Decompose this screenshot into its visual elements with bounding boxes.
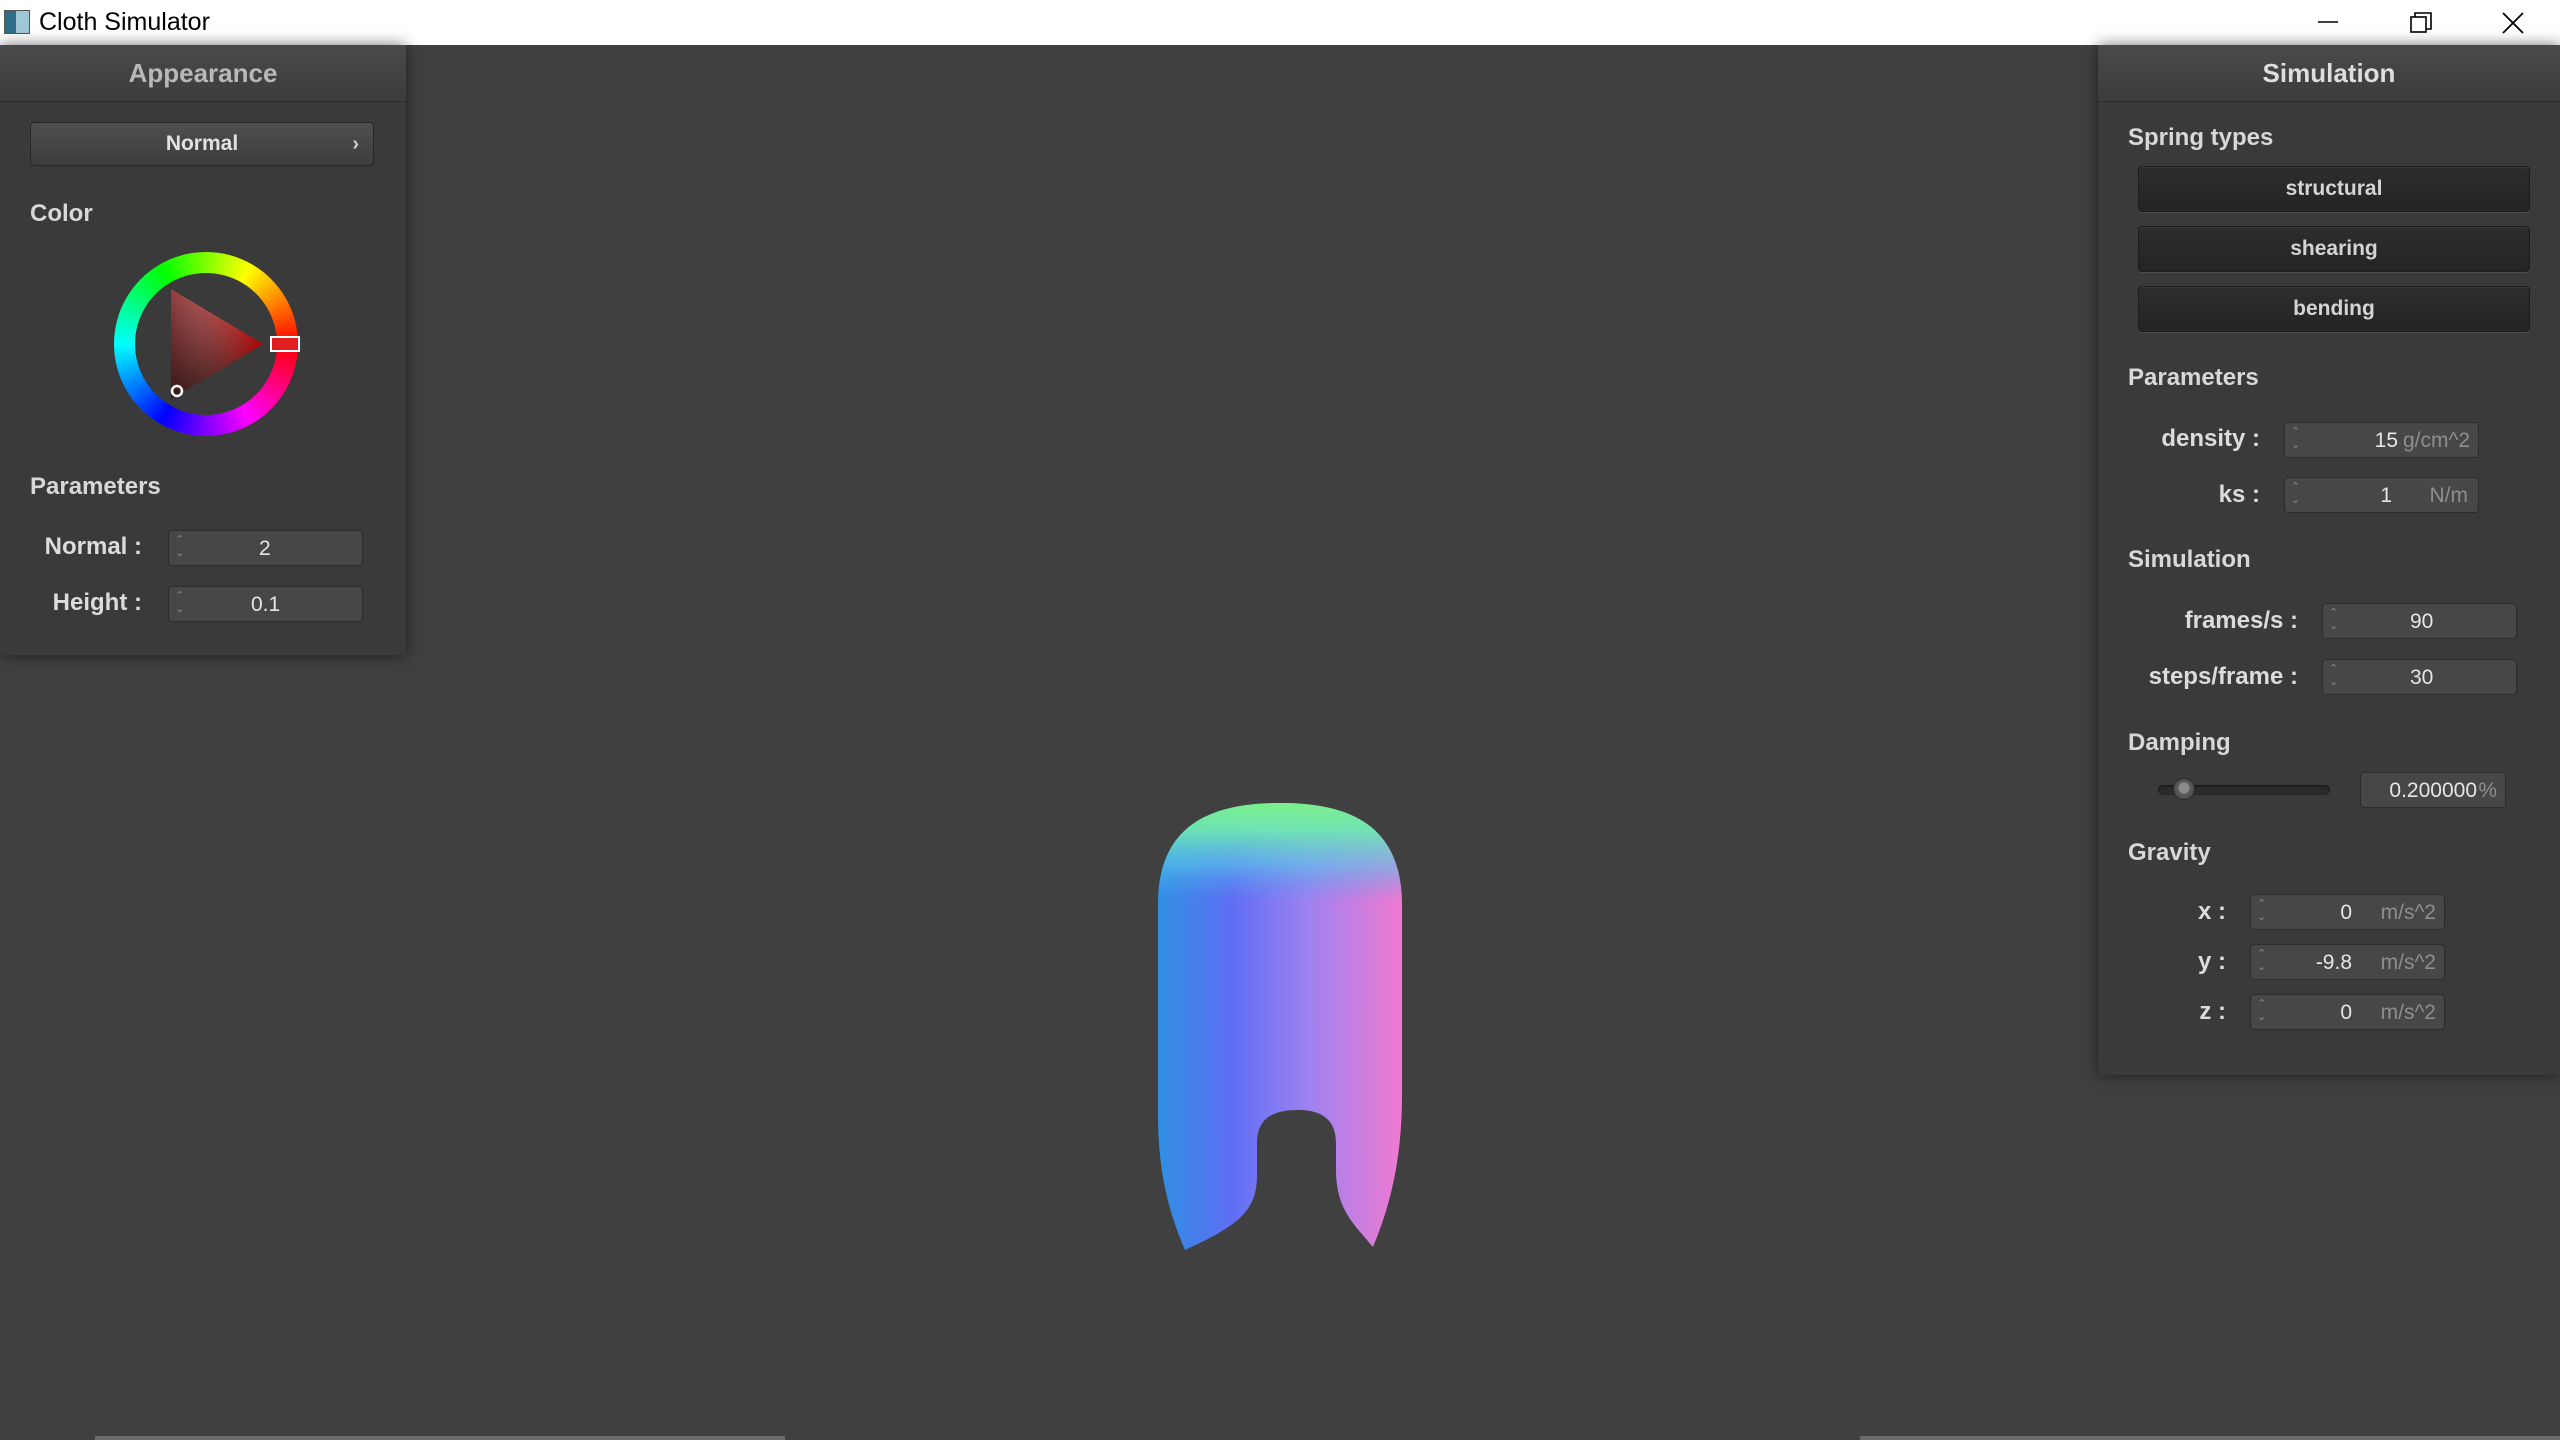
spinner-icon[interactable]: ⌃ ⌄ (2291, 481, 2300, 507)
gravity-x-value: 0 (2340, 901, 2352, 924)
height-label: Height : (52, 589, 142, 616)
maximize-button[interactable] (2374, 0, 2466, 45)
chevron-right-icon: › (352, 133, 359, 155)
height-input[interactable]: ⌃ ⌄ 0.1 (168, 586, 363, 622)
color-wheel[interactable] (111, 249, 301, 439)
steps-per-frame-input[interactable]: ⌃ ⌄ 30 (2322, 659, 2517, 695)
spinner-icon[interactable]: ⌃ ⌄ (2257, 898, 2266, 924)
frames-per-second-label: frames/s : (2184, 607, 2298, 634)
gravity-z-unit: m/s^2 (2380, 1001, 2436, 1024)
spinner-icon[interactable]: ⌃ ⌄ (2329, 663, 2338, 689)
gravity-y-unit: m/s^2 (2380, 951, 2436, 974)
steps-per-frame-value: 30 (2410, 666, 2434, 689)
structural-button[interactable]: structural (2138, 166, 2530, 212)
normal-label: Normal : (44, 533, 142, 560)
simulation-section-label: Simulation (2128, 546, 2251, 573)
hue-marker[interactable] (270, 336, 300, 352)
gravity-x-label: x : (2197, 898, 2226, 925)
spinner-icon[interactable]: ⌃ ⌄ (2291, 426, 2300, 452)
appearance-panel: Appearance Normal › Color Parameters Nor… (0, 45, 406, 655)
frames-per-second-input[interactable]: ⌃ ⌄ 90 (2322, 603, 2517, 639)
gravity-y-value: -9.8 (2315, 951, 2352, 974)
damping-slider-handle[interactable] (2173, 778, 2195, 800)
window-title: Cloth Simulator (39, 8, 210, 36)
cloth-mesh[interactable] (1140, 795, 1420, 1255)
density-input[interactable]: ⌃ ⌄ 15 g/cm^2 (2284, 422, 2479, 458)
minimize-icon (2318, 21, 2338, 23)
damping-unit: % (2478, 779, 2497, 802)
ks-input[interactable]: ⌃ ⌄ 1 N/m (2284, 477, 2479, 513)
close-icon (2502, 12, 2524, 34)
shearing-button[interactable]: shearing (2138, 226, 2530, 272)
normal-value: 2 (259, 537, 271, 560)
gravity-y-input[interactable]: ⌃ ⌄ -9.8 m/s^2 (2250, 944, 2445, 980)
gravity-x-unit: m/s^2 (2380, 901, 2436, 924)
gravity-x-input[interactable]: ⌃ ⌄ 0 m/s^2 (2250, 894, 2445, 930)
gravity-z-label: z : (2199, 998, 2226, 1025)
density-unit: g/cm^2 (2402, 429, 2470, 452)
steps-per-frame-label: steps/frame : (2148, 663, 2298, 690)
density-value: 15 (2374, 429, 2398, 452)
color-label: Color (30, 200, 93, 227)
minimize-button[interactable] (2282, 0, 2374, 45)
damping-slider[interactable] (2158, 778, 2330, 800)
spinner-icon[interactable]: ⌃ ⌄ (175, 534, 184, 560)
shader-dropdown-value: Normal (165, 132, 239, 155)
damping-value: 0.200000 (2389, 779, 2477, 802)
height-value: 0.1 (251, 593, 281, 616)
gravity-z-value: 0 (2340, 1001, 2352, 1024)
spinner-icon[interactable]: ⌃ ⌄ (175, 590, 184, 616)
spinner-icon[interactable]: ⌃ ⌄ (2257, 948, 2266, 974)
spinner-icon[interactable]: ⌃ ⌄ (2329, 607, 2338, 633)
ks-unit: N/m (2429, 484, 2469, 507)
gravity-y-label: y : (2197, 948, 2226, 975)
appearance-parameters-label: Parameters (30, 473, 161, 500)
normal-input[interactable]: ⌃ ⌄ 2 (168, 530, 363, 566)
simulation-parameters-label: Parameters (2128, 364, 2259, 391)
spring-types-label: Spring types (2128, 124, 2274, 151)
bending-button[interactable]: bending (2138, 286, 2530, 332)
damping-input[interactable]: 0.200000 % (2360, 772, 2506, 808)
shader-dropdown[interactable]: Normal › (30, 122, 374, 166)
app-icon (4, 10, 30, 34)
spinner-icon[interactable]: ⌃ ⌄ (2257, 998, 2266, 1024)
frames-per-second-value: 90 (2410, 610, 2434, 633)
gravity-z-input[interactable]: ⌃ ⌄ 0 m/s^2 (2250, 994, 2445, 1030)
viewport-scroll-segment (95, 1436, 785, 1440)
ks-value: 1 (2380, 484, 2392, 507)
density-label: density : (2161, 425, 2260, 452)
appearance-header[interactable]: Appearance (0, 45, 406, 102)
close-button[interactable] (2466, 0, 2558, 45)
maximize-icon (2410, 12, 2432, 33)
viewport-scroll-segment (1860, 1436, 2560, 1440)
gravity-label: Gravity (2128, 839, 2211, 866)
ks-label: ks : (2218, 481, 2260, 508)
window-title-bar[interactable]: Cloth Simulator (0, 0, 2560, 45)
simulation-header[interactable]: Simulation (2098, 45, 2560, 102)
damping-label: Damping (2128, 729, 2231, 756)
